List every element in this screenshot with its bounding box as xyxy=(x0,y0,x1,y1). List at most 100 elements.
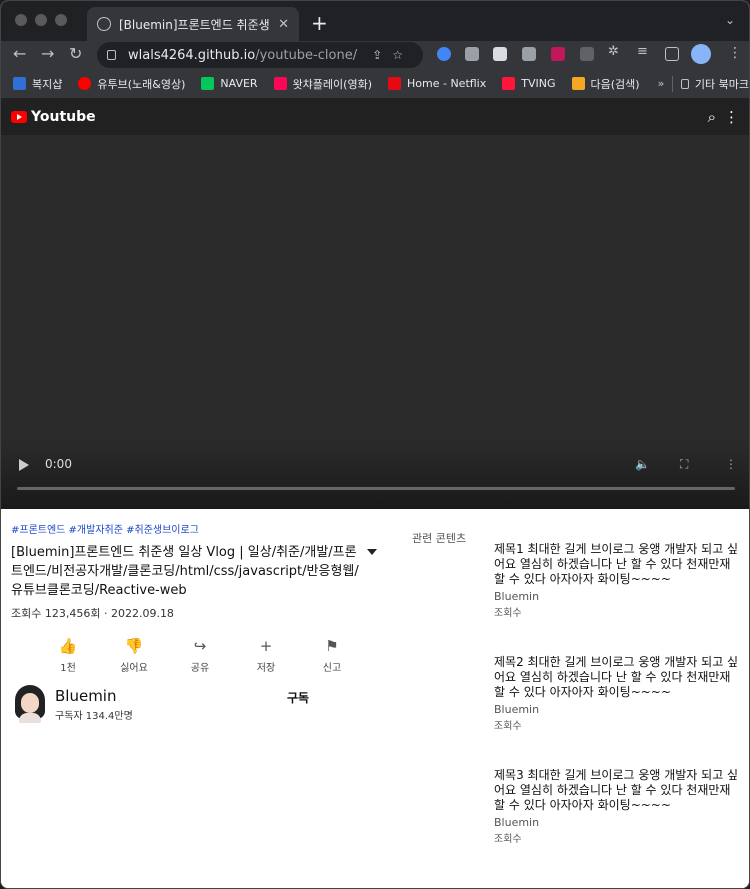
side-panel-icon[interactable] xyxy=(665,47,679,61)
related-item[interactable]: 제목3 최대한 길게 브이로그 웅앵 개발자 되고 싶어요 열심히 하겠습니다 … xyxy=(494,768,744,845)
bookmark-label: 다음(검색) xyxy=(590,77,640,91)
minimize-window-button[interactable] xyxy=(35,14,47,26)
related-channel: Bluemin xyxy=(494,816,540,829)
globe-icon xyxy=(97,17,111,31)
like-button[interactable]: 👍 1천 xyxy=(35,635,101,674)
video-player[interactable]: 0:00 🔈 ⛶ ⋮ xyxy=(1,135,749,509)
extension-icon[interactable] xyxy=(437,47,451,61)
dislike-button[interactable]: 👎 싫어요 xyxy=(101,635,167,674)
related-item[interactable]: 제목1 최대한 길게 브이로그 웅앵 개발자 되고 싶어요 열심히 하겠습니다 … xyxy=(494,542,744,619)
bookmark-label: NAVER xyxy=(220,77,258,90)
new-tab-button[interactable]: + xyxy=(311,11,328,35)
site-header: Youtube ⌕ ⋮ xyxy=(1,99,749,135)
related-title: 제목3 최대한 길게 브이로그 웅앵 개발자 되고 싶어요 열심히 하겠습니다 … xyxy=(494,768,739,812)
bookmark-favicon-icon xyxy=(13,77,26,90)
video-info: #프론트엔드 #개발자취준 #취준생브이로그 [Bluemin]프론트엔드 취준… xyxy=(1,509,749,888)
profile-avatar[interactable] xyxy=(691,44,711,64)
back-arrow-icon[interactable]: ← xyxy=(13,44,26,63)
related-channel: Bluemin xyxy=(494,703,540,716)
subscriber-count: 구독자 134.4만명 xyxy=(55,710,133,722)
caret-down-icon[interactable] xyxy=(367,549,377,555)
action-label: 싫어요 xyxy=(120,663,148,674)
bookmark-favicon-icon xyxy=(201,77,215,90)
bookmark-item[interactable]: TVING xyxy=(502,77,556,90)
browser-toolbar: ← → ↻ wlals4264.github.io/youtube-clone/… xyxy=(1,41,749,69)
browser-window: [Bluemin]프론트엔드 취준생 일상 V ✕ + ⌄ ← → ↻ wlal… xyxy=(0,0,750,889)
bookmark-item[interactable]: 유투브(노래&영상) xyxy=(78,76,185,92)
player-time: 0:00 xyxy=(45,457,72,471)
extension-icon[interactable] xyxy=(551,47,565,61)
channel-name[interactable]: Bluemin xyxy=(55,687,133,705)
related-channel: Bluemin xyxy=(494,590,540,603)
avatar[interactable] xyxy=(13,685,47,723)
play-icon[interactable] xyxy=(19,459,29,471)
title-bar: [Bluemin]프론트엔드 취준생 일상 V ✕ + ⌄ xyxy=(1,1,749,41)
bookmark-item[interactable]: Home - Netflix xyxy=(388,77,486,90)
fullscreen-icon[interactable]: ⛶ xyxy=(680,457,688,472)
divider xyxy=(672,75,673,92)
share-button[interactable]: ↪ 공유 xyxy=(167,635,233,674)
extension-icon[interactable] xyxy=(580,47,594,61)
tab-title: [Bluemin]프론트엔드 취준생 일상 V xyxy=(119,17,272,32)
extension-icon[interactable] xyxy=(465,47,479,61)
bookmark-label: TVING xyxy=(521,77,556,90)
bookmarks-bar: 복지샵 유투브(노래&영상) NAVER 왓챠플레이(영화) Home - Ne… xyxy=(1,69,749,99)
progress-bar[interactable] xyxy=(17,487,735,490)
volume-icon[interactable]: 🔈 xyxy=(635,457,650,471)
bookmarks-more-button[interactable]: » xyxy=(658,77,665,90)
action-label: 공유 xyxy=(190,663,210,674)
address-bar[interactable]: wlals4264.github.io/youtube-clone/ ⇪☆ xyxy=(97,42,423,68)
save-button[interactable]: + 저장 xyxy=(233,635,299,674)
related-item[interactable]: 제목2 최대한 길게 브이로그 웅앵 개발자 되고 싶어요 열심히 하겠습니다 … xyxy=(494,655,744,732)
bookmark-label: 왓챠플레이(영화) xyxy=(292,77,372,91)
extension-icon[interactable] xyxy=(493,47,507,61)
bookmark-favicon-icon xyxy=(502,77,516,90)
share-icon: ↪ xyxy=(193,637,207,655)
extension-icon[interactable] xyxy=(522,47,536,61)
site-title[interactable]: Youtube xyxy=(31,109,96,125)
browser-tab[interactable]: [Bluemin]프론트엔드 취준생 일상 V ✕ xyxy=(87,7,299,41)
bookmark-label: Home - Netflix xyxy=(407,77,487,90)
related-title: 제목2 최대한 길게 브이로그 웅앵 개발자 되고 싶어요 열심히 하겠습니다 … xyxy=(494,655,739,699)
bookmark-item[interactable]: NAVER xyxy=(201,77,258,90)
action-bar: 👍 1천 👎 싫어요 ↪ 공유 + 저장 ⚑ 신고 xyxy=(35,635,365,674)
reading-list-icon[interactable]: ≡ xyxy=(637,44,651,59)
bookmark-label: 복지샵 xyxy=(32,77,63,91)
reload-icon[interactable]: ↻ xyxy=(69,44,82,63)
thumbs-down-icon: 👎 xyxy=(124,637,144,655)
youtube-logo-icon[interactable] xyxy=(11,111,27,123)
more-vert-icon[interactable]: ⋮ xyxy=(728,45,742,61)
bookmark-favicon-icon xyxy=(388,77,401,90)
action-label: 1천 xyxy=(60,663,76,674)
chevron-down-icon[interactable]: ⌄ xyxy=(725,13,735,27)
close-window-button[interactable] xyxy=(15,14,27,26)
other-bookmarks[interactable]: 기타 북마크 xyxy=(695,76,749,92)
forward-arrow-icon[interactable]: → xyxy=(41,44,54,63)
more-vert-icon[interactable]: ⋮ xyxy=(725,457,737,471)
search-icon[interactable]: ⌕ xyxy=(708,108,716,126)
subscribe-button[interactable]: 구독 xyxy=(287,689,309,706)
puzzle-icon[interactable]: ✲ xyxy=(608,44,622,59)
close-icon[interactable]: ✕ xyxy=(278,17,289,32)
related-heading: 관련 콘텐츠 xyxy=(412,532,467,545)
folder-icon xyxy=(680,78,689,89)
thumbs-up-icon: 👍 xyxy=(58,637,78,655)
share-star-icons[interactable]: ⇪☆ xyxy=(372,48,413,62)
bookmark-item[interactable]: 왓챠플레이(영화) xyxy=(273,76,372,92)
address-path: /youtube-clone/ xyxy=(255,47,358,63)
player-gradient xyxy=(1,439,749,509)
more-vert-icon[interactable]: ⋮ xyxy=(724,108,739,126)
video-tags[interactable]: #프론트엔드 #개발자취준 #취준생브이로그 xyxy=(11,521,199,536)
bookmark-item[interactable]: 다음(검색) xyxy=(571,76,640,92)
bookmark-favicon-icon xyxy=(78,77,92,90)
lock-icon xyxy=(107,50,116,60)
bookmark-favicon-icon xyxy=(571,77,585,90)
maximize-window-button[interactable] xyxy=(55,14,67,26)
report-button[interactable]: ⚑ 신고 xyxy=(299,635,365,674)
bookmark-item[interactable]: 복지샵 xyxy=(13,76,62,92)
video-title: [Bluemin]프론트엔드 취준생 일상 Vlog | 일상/취준/개발/프론… xyxy=(11,545,359,598)
related-views: 조회수 xyxy=(494,721,522,732)
related-views: 조회수 xyxy=(494,608,522,619)
related-title: 제목1 최대한 길게 브이로그 웅앵 개발자 되고 싶어요 열심히 하겠습니다 … xyxy=(494,542,739,586)
related-views: 조회수 xyxy=(494,834,522,845)
